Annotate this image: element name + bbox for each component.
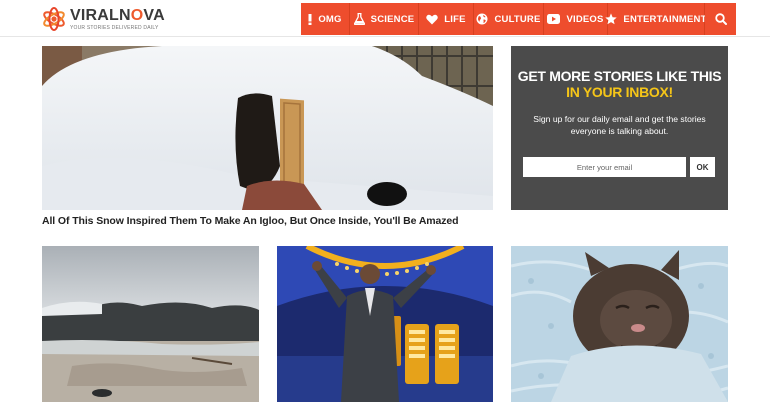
star-icon [605,13,618,25]
search-button[interactable] [705,3,736,35]
atom-logo-icon [41,6,67,32]
site-tagline: YOUR STORIES DELIVERED DAILY [70,24,159,31]
globe-icon [476,13,488,25]
signup-heading: GET MORE STORIES LIKE THIS [517,68,722,84]
nav-label: CULTURE [494,13,541,25]
nav-item-omg[interactable]: OMG [301,3,350,35]
nav-item-culture[interactable]: CULTURE [474,3,544,35]
heart-icon [426,14,439,25]
site-name: VIRALNOVA [70,6,165,24]
nav-label: VIDEOS [566,13,604,25]
nav-item-science[interactable]: SCIENCE [350,3,419,35]
play-icon [547,14,561,24]
signup-submit-button[interactable]: OK [690,157,715,177]
nav-label: ENTERTAINMENT [623,13,707,25]
article-thumb-kitten[interactable] [511,246,728,402]
search-icon [714,13,727,25]
main-nav: OMG SCIENCE LIFE CULTURE VIDEOS ENTERTAI… [301,3,736,35]
signup-heading-highlight: IN YOUR INBOX! [566,84,673,100]
article-thumb-beach[interactable] [42,246,259,402]
flask-icon [353,13,365,25]
signup-description: Sign up for our daily email and get the … [533,114,706,136]
nav-label: OMG [318,13,342,25]
email-input[interactable] [523,157,686,177]
site-logo[interactable]: VIRALNOVA YOUR STORIES DELIVERED DAILY [41,4,165,34]
nav-item-videos[interactable]: VIDEOS [544,3,608,35]
nav-label: LIFE [444,13,466,25]
exclamation-icon [308,13,312,25]
featured-image[interactable] [42,46,493,210]
site-header: VIRALNOVA YOUR STORIES DELIVERED DAILY O… [0,0,770,37]
newsletter-signup: GET MORE STORIES LIKE THIS IN YOUR INBOX… [511,46,728,210]
nav-item-life[interactable]: LIFE [419,3,474,35]
featured-title[interactable]: All Of This Snow Inspired Them To Make A… [42,215,493,227]
article-thumb-gameshow[interactable] [277,246,493,402]
nav-label: SCIENCE [370,13,415,25]
nav-item-entertainment[interactable]: ENTERTAINMENT [605,3,707,35]
